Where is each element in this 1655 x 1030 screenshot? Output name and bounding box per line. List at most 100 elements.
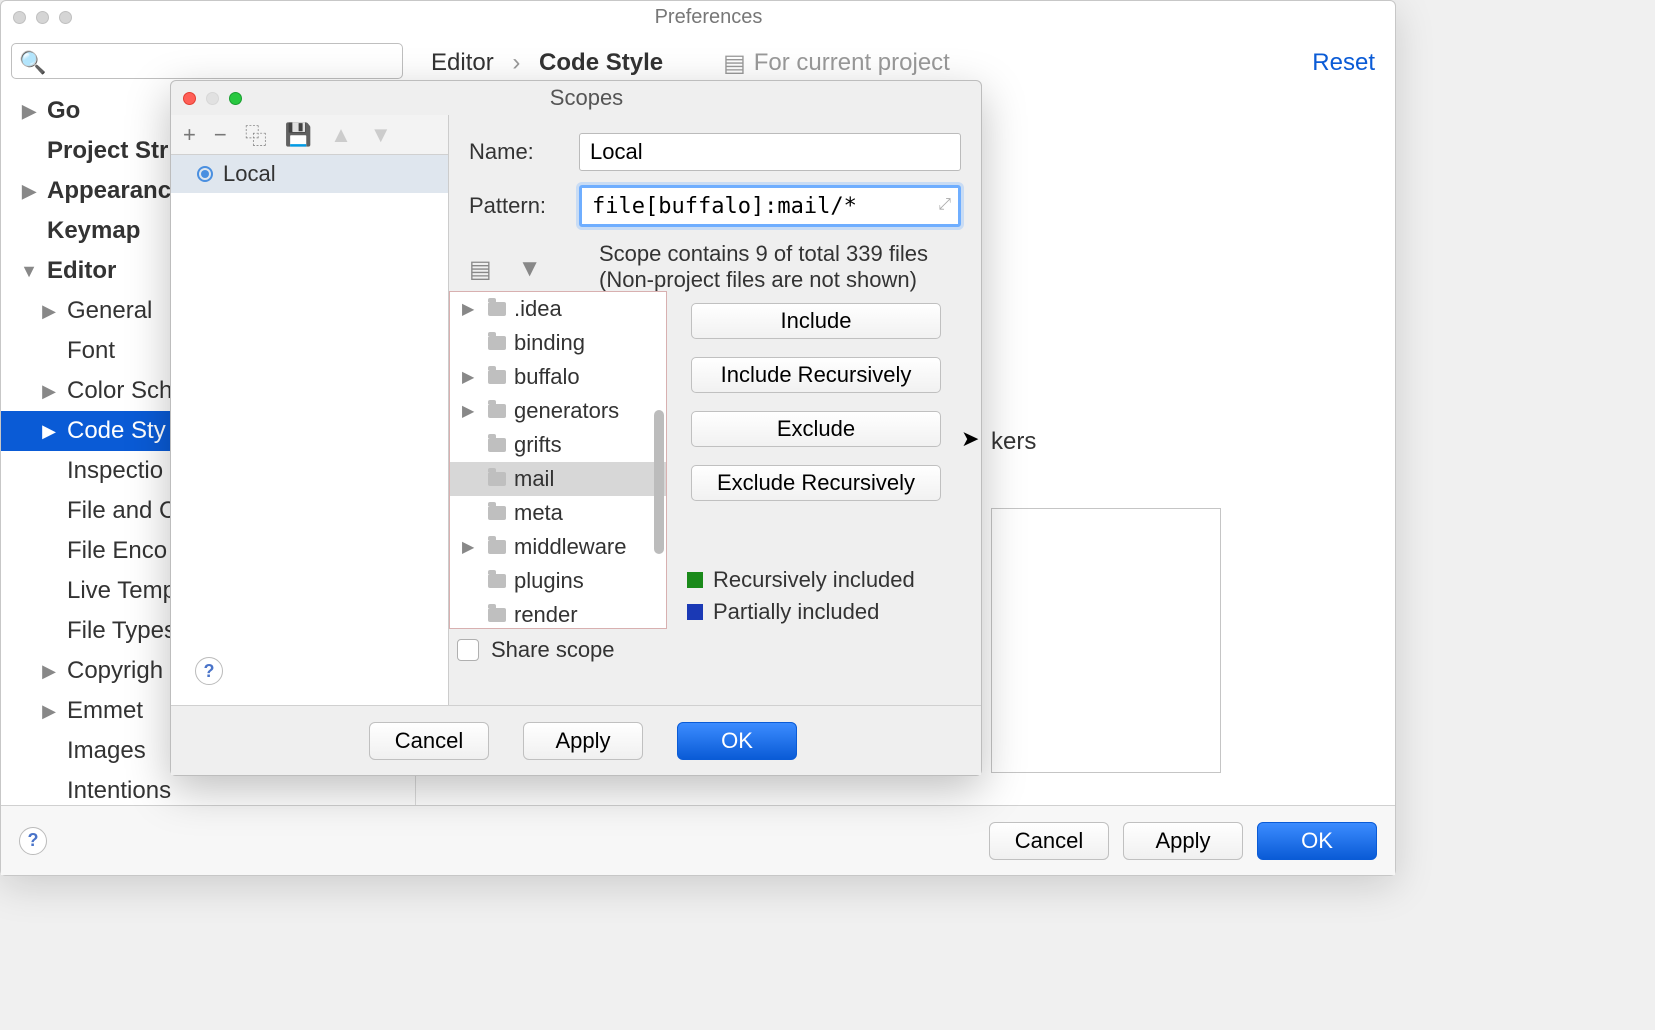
file-tree-item[interactable]: meta xyxy=(450,496,666,530)
file-tree-item[interactable]: ▶ middleware xyxy=(450,530,666,564)
scopes-titlebar: Scopes xyxy=(171,81,981,115)
share-scope-row: Share scope xyxy=(457,637,615,663)
legend-label: Recursively included xyxy=(713,567,915,593)
sidebar-item-label: File and C xyxy=(67,497,176,525)
scope-radio-icon xyxy=(197,166,213,182)
legend-label: Partially included xyxy=(713,599,879,625)
file-view-icon[interactable]: ▤ xyxy=(469,255,492,284)
scrollbar[interactable] xyxy=(654,410,664,554)
help-button[interactable]: ? xyxy=(19,827,47,855)
chevron-icon: ▶ xyxy=(31,701,67,722)
share-scope-checkbox[interactable] xyxy=(457,639,479,661)
preferences-footer: ? Cancel Apply OK xyxy=(1,805,1395,875)
legend: Recursively included Partially included xyxy=(687,567,915,631)
pattern-label: Pattern: xyxy=(469,193,559,219)
for-current-project: ▤ For current project xyxy=(723,49,950,78)
file-tree-item-label: meta xyxy=(514,500,563,526)
search-icon: 🔍 xyxy=(19,50,46,76)
name-input[interactable] xyxy=(579,133,961,171)
filter-icon[interactable]: ▼ xyxy=(518,255,542,284)
legend-recursively-included: Recursively included xyxy=(687,567,915,593)
breadcrumb-first[interactable]: Editor xyxy=(431,49,494,76)
pattern-row: Pattern: ⤢ xyxy=(469,185,961,227)
folder-icon xyxy=(488,574,506,588)
chevron-icon: ▶ xyxy=(462,537,480,557)
chevron-icon: ▶ xyxy=(31,661,67,682)
reset-link[interactable]: Reset xyxy=(1312,49,1375,77)
scopes-body: + − ⿻ 💾 ▲ ▼ Local Name: Pattern: xyxy=(171,115,981,775)
sidebar-item-label: Inspectio xyxy=(67,457,163,485)
save-icon[interactable]: 💾 xyxy=(285,122,312,148)
scopes-help-wrap: ? xyxy=(195,657,223,685)
include-button[interactable]: Include xyxy=(691,303,941,339)
file-tree-item[interactable]: ▶ .idea xyxy=(450,292,666,326)
sidebar-item-label: Intentions xyxy=(67,777,171,805)
folder-icon xyxy=(488,370,506,384)
file-tree-item-label: render xyxy=(514,602,578,628)
background-text-peek: kers xyxy=(991,428,1036,456)
ok-button[interactable]: OK xyxy=(677,722,797,760)
name-label: Name: xyxy=(469,139,559,165)
add-icon[interactable]: + xyxy=(183,122,196,148)
folder-icon xyxy=(488,472,506,486)
folder-icon xyxy=(488,540,506,554)
file-tree-item[interactable]: ▶buffalo xyxy=(450,360,666,394)
apply-button[interactable]: Apply xyxy=(523,722,643,760)
cancel-button[interactable]: Cancel xyxy=(989,822,1109,860)
apply-button[interactable]: Apply xyxy=(1123,822,1243,860)
chevron-icon: ▶ xyxy=(11,101,47,122)
remove-icon[interactable]: − xyxy=(214,122,227,148)
move-up-icon[interactable]: ▲ xyxy=(330,122,352,148)
content-header: Editor › Code Style ▤ For current projec… xyxy=(431,45,1375,81)
ok-button[interactable]: OK xyxy=(1257,822,1377,860)
scopes-dialog: Scopes + − ⿻ 💾 ▲ ▼ Local Name: xyxy=(170,80,982,776)
file-tree-item-label: .idea xyxy=(514,296,562,322)
sidebar-item-label: File Enco xyxy=(67,537,167,565)
scope-list-item[interactable]: Local xyxy=(171,155,448,193)
cancel-button[interactable]: Cancel xyxy=(369,722,489,760)
file-tree-item[interactable]: ▶generators xyxy=(450,394,666,428)
file-tree-item[interactable]: grifts xyxy=(450,428,666,462)
sidebar-item-label: Images xyxy=(67,737,146,765)
pattern-input[interactable] xyxy=(579,185,961,227)
file-tree-item[interactable]: render xyxy=(450,598,666,629)
scopes-form-panel: Name: Pattern: ⤢ ▤ ▼ Scope contains 9 of… xyxy=(449,115,981,705)
exclude-recursively-button[interactable]: Exclude Recursively xyxy=(691,465,941,501)
include-recursively-button[interactable]: Include Recursively xyxy=(691,357,941,393)
file-tree[interactable]: ▶.ideabinding▶buffalo▶generatorsgriftsma… xyxy=(449,291,667,629)
expand-icon[interactable]: ⤢ xyxy=(938,196,951,214)
scopes-toolbar: + − ⿻ 💾 ▲ ▼ xyxy=(171,115,448,155)
copy-icon[interactable]: ⿻ xyxy=(245,119,267,151)
move-down-icon[interactable]: ▼ xyxy=(370,122,392,148)
chevron-icon: ▶ xyxy=(31,301,67,322)
sidebar-item-label: Project Str xyxy=(47,137,168,165)
folder-icon xyxy=(488,404,506,418)
sidebar-item-label: Color Sch xyxy=(67,377,172,405)
chevron-icon: ▶ xyxy=(11,181,47,202)
sidebar-item-label: Emmet xyxy=(67,697,143,725)
file-tree-item-label: plugins xyxy=(514,568,584,594)
scope-list-item-label: Local xyxy=(223,161,276,187)
chevron-icon: ▶ xyxy=(462,299,480,319)
chevron-icon: ▶ xyxy=(462,401,480,421)
search-wrap: 🔍 xyxy=(11,43,403,79)
file-tree-item-label: middleware xyxy=(514,534,627,560)
file-tree-item-label: binding xyxy=(514,330,585,356)
sidebar-item[interactable]: Intentions xyxy=(1,771,415,805)
exclude-button[interactable]: Exclude xyxy=(691,411,941,447)
share-scope-label: Share scope xyxy=(491,637,615,663)
file-tree-item[interactable]: binding xyxy=(450,326,666,360)
file-tree-item-label: buffalo xyxy=(514,364,580,390)
sidebar-item-label: Editor xyxy=(47,257,116,285)
file-tree-item[interactable]: mail xyxy=(450,462,666,496)
minimize-icon[interactable] xyxy=(206,92,219,105)
file-tree-item[interactable]: plugins xyxy=(450,564,666,598)
help-button[interactable]: ? xyxy=(195,657,223,685)
sidebar-item-label: File Types xyxy=(67,617,176,645)
legend-partially-included: Partially included xyxy=(687,599,915,625)
scopes-footer: Cancel Apply OK xyxy=(171,705,981,775)
folder-icon xyxy=(488,506,506,520)
chevron-icon: ▼ xyxy=(11,261,47,282)
search-input[interactable] xyxy=(11,43,403,79)
blue-square-icon xyxy=(687,604,703,620)
